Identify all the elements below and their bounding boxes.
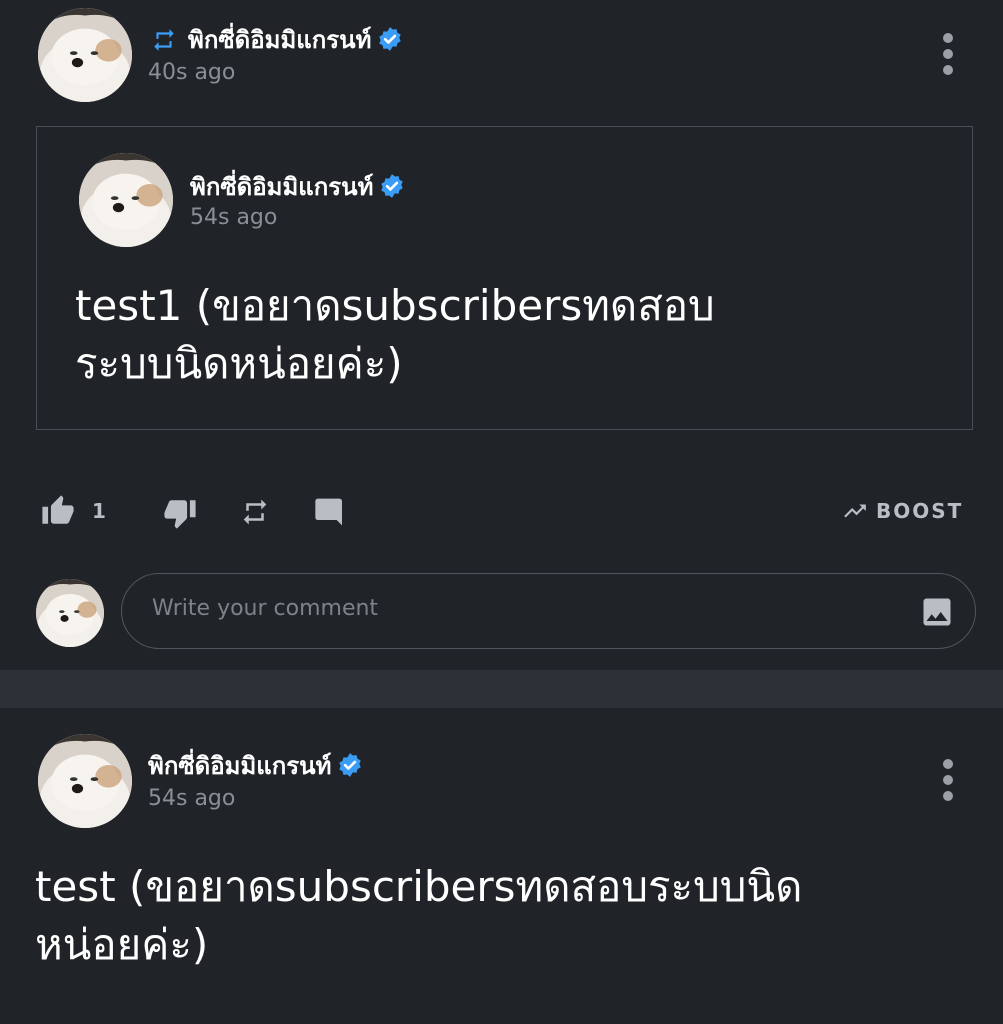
comment-placeholder: Write your comment bbox=[152, 596, 379, 621]
repost-icon bbox=[150, 27, 178, 53]
quoted-avatar[interactable] bbox=[79, 153, 173, 247]
comment-icon bbox=[313, 496, 347, 528]
comment-button[interactable] bbox=[313, 496, 347, 528]
quoted-post[interactable]: พิกซี่ดิอิมมิแกรนท์ 54s ago test1 (ขอยาด… bbox=[36, 126, 973, 430]
more-options-icon[interactable] bbox=[941, 759, 955, 803]
post2-time: 54s ago bbox=[148, 786, 236, 811]
post1-header: พิกซี่ดิอิมมิแกรนท์ bbox=[150, 20, 403, 59]
verified-badge-icon bbox=[337, 752, 363, 778]
post2-text-line2: หน่อยค่ะ) bbox=[35, 920, 209, 969]
quoted-text: test1 (ขอยาดsubscribersทดสอบ ระบบนิดหน่อ… bbox=[75, 277, 955, 393]
trending-up-icon bbox=[842, 498, 868, 524]
comment-input[interactable]: Write your comment bbox=[121, 573, 976, 649]
like-button[interactable]: 1 bbox=[40, 494, 106, 528]
quoted-time: 54s ago bbox=[190, 205, 278, 230]
remind-icon bbox=[240, 497, 270, 527]
post1-author[interactable]: พิกซี่ดิอิมมิแกรนท์ bbox=[188, 26, 371, 54]
thumbs-down-icon bbox=[162, 496, 198, 530]
more-options-icon[interactable] bbox=[941, 33, 955, 77]
remind-button[interactable] bbox=[240, 497, 270, 527]
thumbs-up-icon bbox=[40, 494, 76, 528]
verified-badge-icon bbox=[377, 26, 403, 52]
post2-text-line1: test (ขอยาดsubscribersทดสอบระบบนิด bbox=[35, 862, 803, 911]
like-count: 1 bbox=[92, 499, 106, 523]
quoted-text-line2: ระบบนิดหน่อยค่ะ) bbox=[75, 339, 403, 388]
comment-avatar bbox=[36, 579, 104, 647]
post1-time: 40s ago bbox=[148, 60, 236, 85]
post2-header: พิกซี่ดิอิมมิแกรนท์ bbox=[148, 746, 363, 785]
boost-button[interactable]: BOOST bbox=[842, 498, 963, 524]
quoted-text-line1: test1 (ขอยาดsubscribersทดสอบ bbox=[75, 281, 715, 330]
verified-badge-icon bbox=[379, 173, 405, 199]
feed-divider bbox=[0, 670, 1003, 708]
quoted-author[interactable]: พิกซี่ดิอิมมิแกรนท์ bbox=[190, 173, 373, 201]
post2-text: test (ขอยาดsubscribersทดสอบระบบนิด หน่อย… bbox=[35, 858, 985, 974]
post1-avatar[interactable] bbox=[38, 8, 132, 102]
image-icon[interactable] bbox=[919, 594, 955, 634]
post2-avatar[interactable] bbox=[38, 734, 132, 828]
post2-author[interactable]: พิกซี่ดิอิมมิแกรนท์ bbox=[148, 752, 331, 780]
quoted-header: พิกซี่ดิอิมมิแกรนท์ bbox=[190, 167, 405, 206]
dislike-button[interactable] bbox=[162, 496, 198, 530]
boost-label: BOOST bbox=[876, 499, 964, 523]
